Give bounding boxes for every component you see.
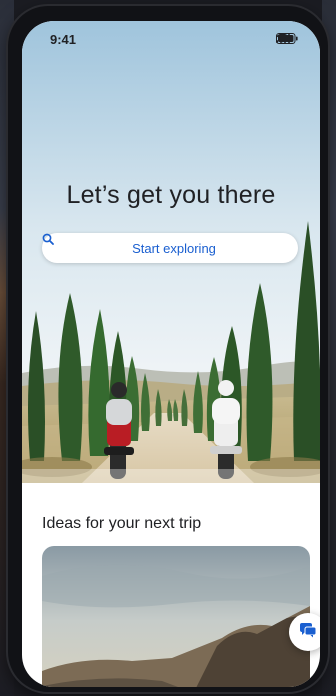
status-bar: 9:41 <box>22 21 320 55</box>
start-exploring-button[interactable]: Start exploring <box>42 233 298 263</box>
chat-button[interactable] <box>289 613 320 651</box>
hero-banner: 9:41 Let’s get you there Start exploring <box>22 21 320 483</box>
hero-title: Let’s get you there <box>66 181 276 209</box>
status-icons <box>275 33 301 44</box>
trip-idea-image <box>42 546 310 687</box>
status-time: 9:41 <box>50 32 77 47</box>
ideas-section-title: Ideas for your next trip <box>42 515 202 532</box>
start-exploring-label: Start exploring <box>132 240 216 256</box>
chat-icon <box>299 622 317 642</box>
phone-frame: 9:41 Let’s get you there Start exploring… <box>8 6 328 692</box>
app-screen: 9:41 Let’s get you there Start exploring… <box>22 21 320 687</box>
trip-idea-card[interactable] <box>42 546 310 687</box>
